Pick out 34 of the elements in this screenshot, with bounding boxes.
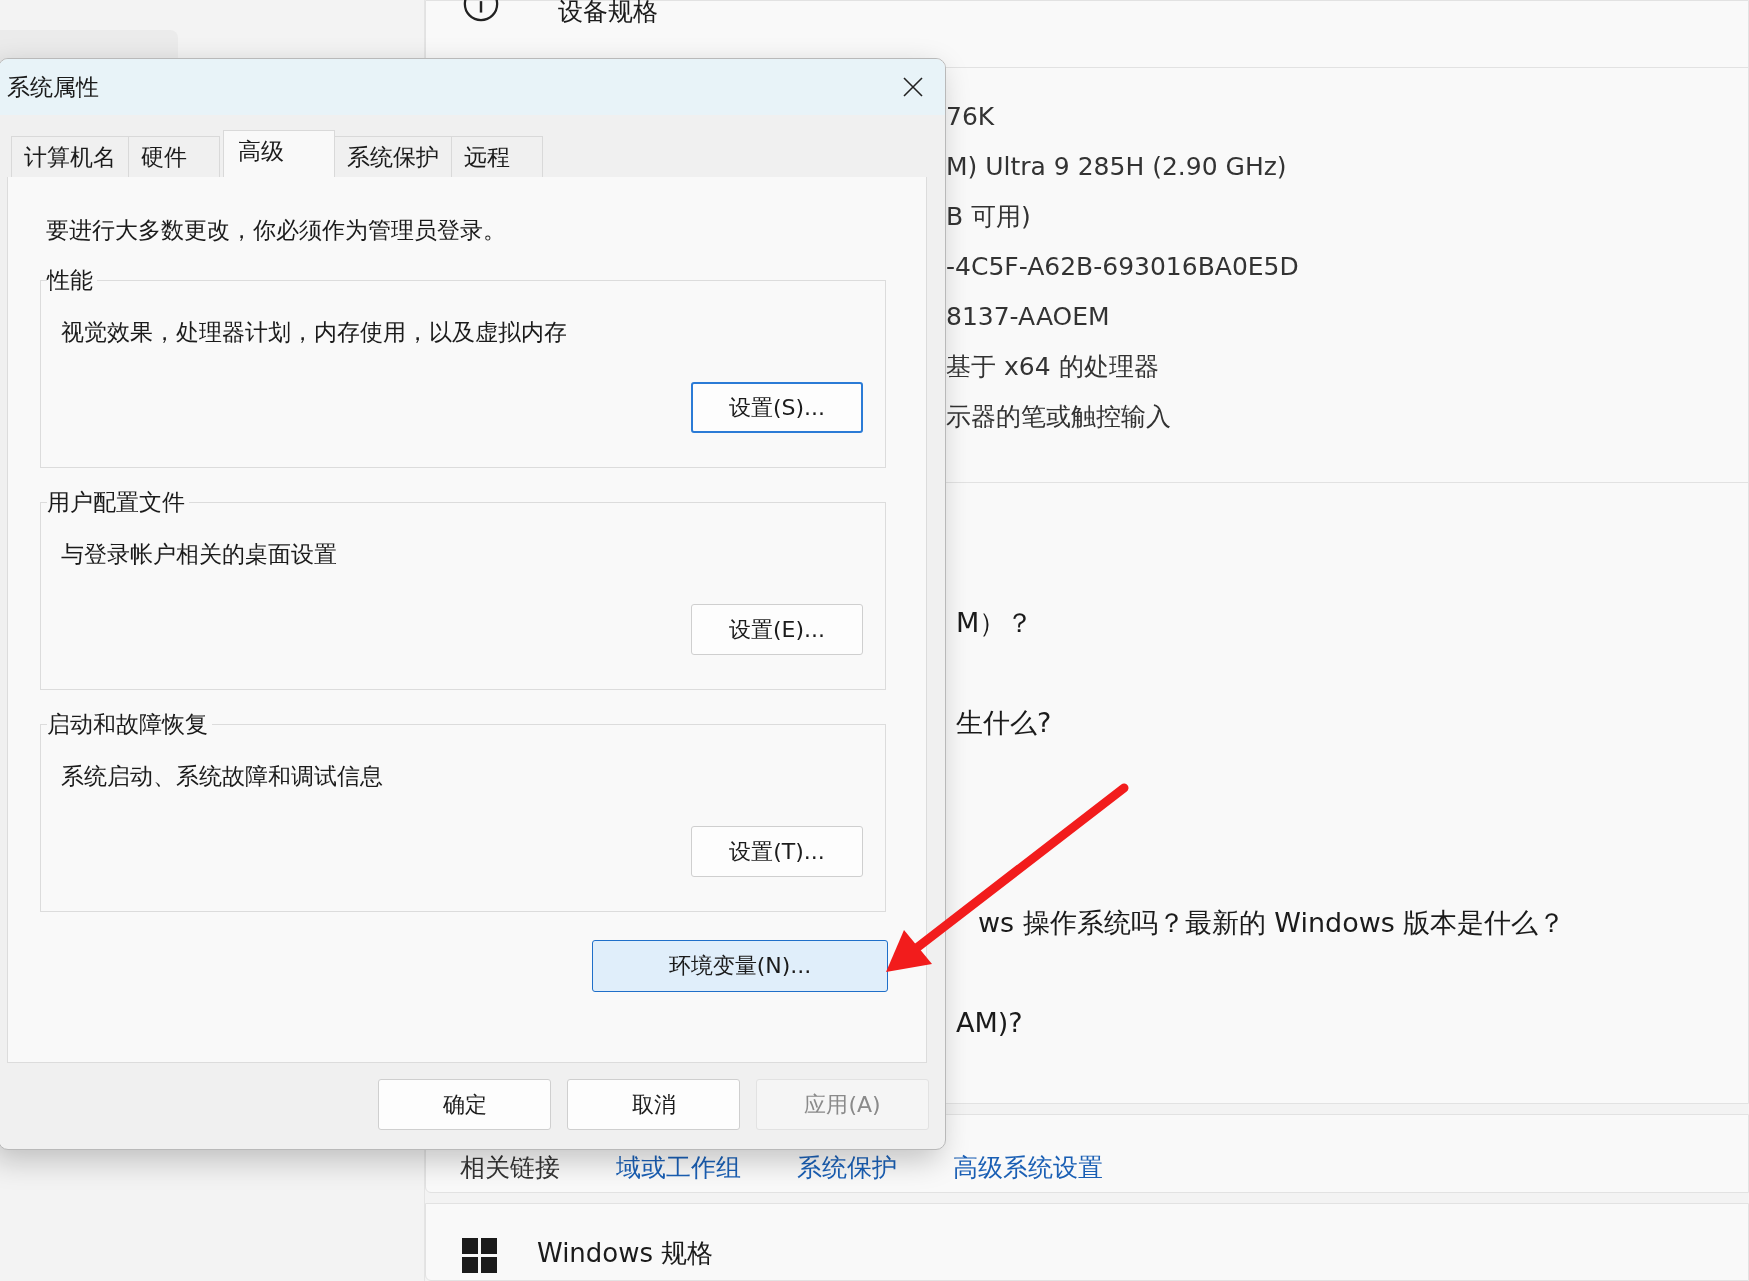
settings-button[interactable]: 设置(T)...	[691, 826, 863, 877]
settings-button[interactable]: 设置(E)...	[691, 604, 863, 655]
spec-value: M) Ultra 9 285H (2.90 GHz)	[946, 152, 1288, 183]
settings-button[interactable]: 设置(S)...	[691, 382, 863, 433]
link[interactable]: 系统保护	[797, 1150, 897, 1184]
section-title: 设备规格	[557, 0, 658, 27]
tab[interactable]: 高级	[223, 130, 335, 177]
environment-variables-button[interactable]: 环境变量(N)...	[592, 940, 888, 992]
section-title: Windows 规格	[537, 1237, 714, 1268]
tab[interactable]: 硬件	[128, 136, 220, 177]
windows-logo-icon	[462, 1237, 497, 1273]
group-description: 视觉效果，处理器计划，内存使用，以及虚拟内存	[61, 318, 568, 347]
spec-value: 基于 x64 的处理器	[946, 352, 1160, 383]
faq-question[interactable]: ws 操作系统吗？最新的 Windows 版本是什么？	[956, 905, 1748, 1005]
spec-value: 8137-AAOEM	[946, 302, 1111, 333]
dialog-button[interactable]: 取消	[567, 1079, 740, 1130]
related-label: 相关链接	[460, 1151, 560, 1184]
spec-value: 示器的笔或触控输入	[946, 402, 1172, 433]
dialog-button[interactable]: 确定	[378, 1079, 551, 1130]
group-description: 系统启动、系统故障和调试信息	[61, 762, 384, 791]
window-title: 系统属性	[7, 72, 99, 102]
faq-question[interactable]: AM)?	[956, 1005, 1748, 1105]
spec-value: 76K	[946, 102, 996, 133]
faq-question[interactable]: M）？	[956, 605, 1748, 705]
tab[interactable]: 计算机名	[11, 136, 129, 177]
link[interactable]: 高级系统设置	[953, 1150, 1103, 1184]
tab[interactable]: 远程	[451, 136, 543, 177]
spec-value: B 可用)	[946, 202, 1032, 233]
notice-text: 要进行大多数更改，你必须作为管理员登录。	[46, 216, 507, 245]
faq-question[interactable]: 生什么?	[956, 705, 1748, 905]
close-icon[interactable]	[903, 77, 923, 97]
group-description: 与登录帐户相关的桌面设置	[61, 540, 338, 569]
link[interactable]: 域或工作组	[616, 1150, 741, 1184]
spec-value: -4C5F-A62B-693016BA0E5D	[946, 252, 1300, 283]
